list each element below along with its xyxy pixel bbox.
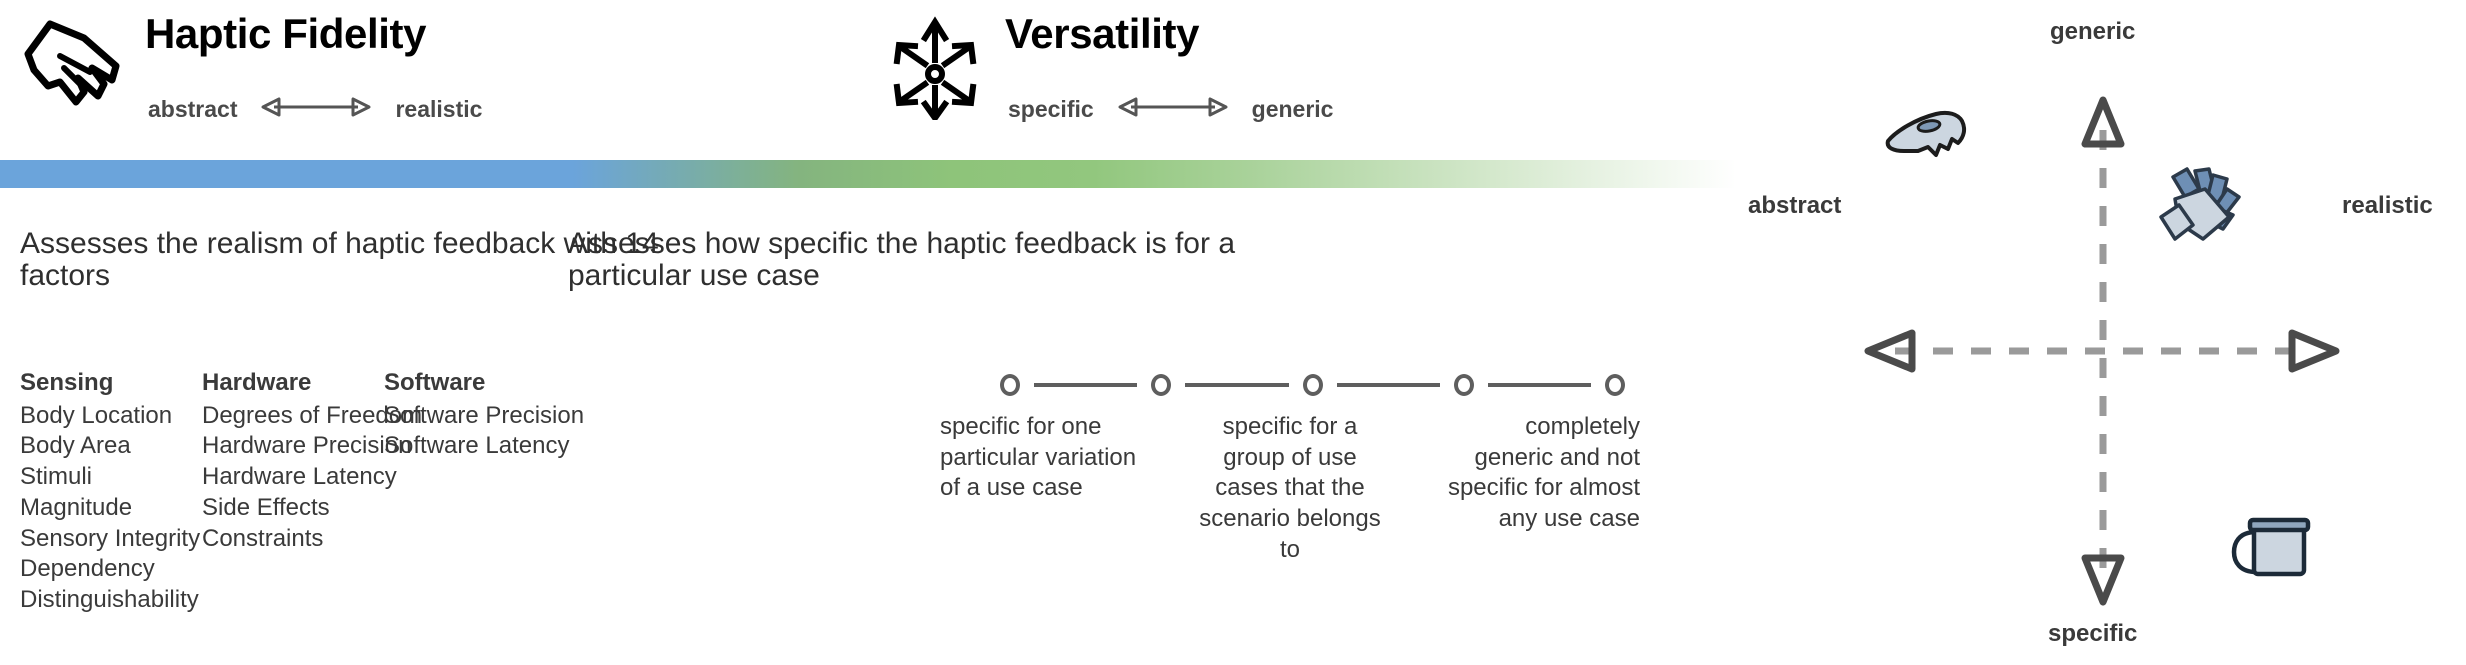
factor-column-title: Hardware: [202, 369, 312, 396]
scale-dot-3[interactable]: [1302, 374, 1323, 396]
factor-item: Magnitude: [20, 493, 133, 521]
factor-item: Body Area: [20, 432, 131, 460]
factor-item: Hardware Latency: [202, 463, 397, 491]
mug-icon: [2230, 512, 2316, 587]
versatility-description: Assesses how specific the haptic feedbac…: [568, 227, 1236, 293]
double-arrow-icon: [1118, 96, 1228, 123]
scale-caption-specific: specific for one particular variation of…: [940, 413, 1137, 502]
pole-label-abstract: abstract: [148, 96, 238, 122]
factor-column-software: Software Software Precision Software Lat…: [384, 368, 585, 616]
dimension-gradient-bar: [0, 160, 1736, 188]
scale-track: [1000, 370, 1625, 400]
factor-column-title: Sensing: [20, 369, 114, 396]
pole-label-generic: generic: [1251, 96, 1334, 122]
versatility-scale: [1000, 370, 1625, 406]
scale-dot-2[interactable]: [1151, 374, 1172, 396]
quadrant-axis-label-abstract: abstract: [1748, 192, 1842, 219]
haptic-fidelity-poles: abstract realistic: [148, 96, 482, 123]
factor-item: Stimuli: [20, 463, 93, 491]
factor-column-sensing: Sensing Body Location Body Area Stimuli …: [20, 368, 202, 616]
scale-caption-group: specific for a group of use cases that t…: [1199, 413, 1381, 563]
scale-connector: [1185, 383, 1289, 387]
factor-item: Sensory Integrity: [20, 524, 201, 552]
scale-caption-generic: completely generic and not specific for …: [1447, 413, 1640, 533]
haptic-fidelity-factor-columns: Sensing Body Location Body Area Stimuli …: [20, 368, 585, 616]
scale-connector: [1034, 383, 1138, 387]
scale-connector: [1336, 383, 1440, 387]
factor-column-hardware: Hardware Degrees of Freedom Hardware Pre…: [202, 368, 423, 616]
factor-item: Software Precision: [384, 401, 585, 429]
scale-dot-1[interactable]: [1000, 374, 1020, 396]
versatility-scale-captions: specific for one particular variation of…: [940, 412, 1640, 566]
scale-dot-4[interactable]: [1453, 374, 1474, 396]
haptic-fidelity-title: Haptic Fidelity: [145, 10, 427, 57]
versatility-title: Versatility: [1005, 10, 1200, 57]
haptic-glove-icon: [2145, 165, 2257, 264]
quadrant-diagram: generic specific abstract realistic: [1740, 0, 2466, 665]
quadrant-axis-label-specific: specific: [2048, 620, 2138, 647]
quadrant-axis-label-realistic: realistic: [2342, 192, 2433, 219]
factor-column-title: Software: [384, 369, 486, 396]
pole-label-specific: specific: [1008, 96, 1094, 122]
expand-arrows-icon: [880, 12, 990, 124]
quadrant-axis-label-generic: generic: [2050, 18, 2136, 45]
factor-item: Hardware Precision: [202, 432, 412, 460]
pole-label-realistic: realistic: [395, 96, 483, 122]
factor-item: Distinguishability: [20, 586, 199, 614]
quadrant-axes: [1864, 96, 2340, 606]
vr-controller-icon: [1882, 105, 1978, 168]
factor-item: Degrees of Freedom: [202, 401, 423, 429]
factor-item: Constraints: [202, 524, 324, 552]
double-arrow-icon: [261, 96, 371, 123]
factor-item: Body Location: [20, 401, 173, 429]
factor-item: Side Effects: [202, 493, 330, 521]
versatility-poles: specific generic: [1008, 96, 1333, 123]
factor-item: Dependency: [20, 555, 155, 583]
factor-item: Software Latency: [384, 432, 570, 460]
pinching-hand-icon: [20, 12, 130, 112]
scale-connector: [1487, 383, 1591, 387]
scale-dot-5[interactable]: [1605, 374, 1625, 396]
